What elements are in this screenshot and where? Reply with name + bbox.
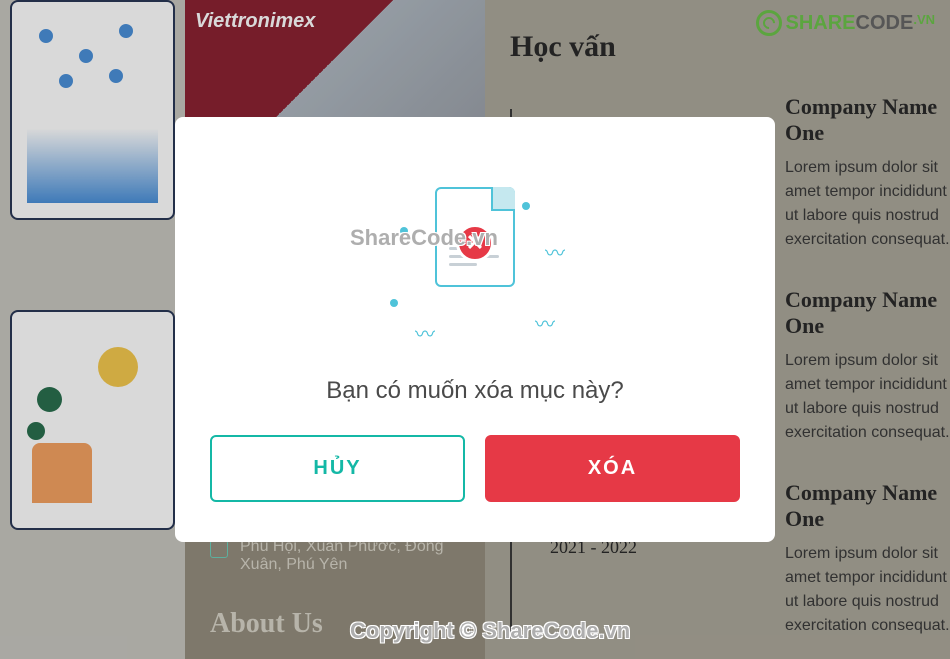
document-icon: ✕ [435,187,515,287]
cancel-button[interactable]: HỦY [210,435,465,502]
modal-question: Bạn có muốn xóa mục này? [210,377,740,405]
delete-button[interactable]: XÓA [485,435,740,502]
modal-overlay[interactable]: 〰 〰 〰 〰 ✕ Bạn có muốn xóa mục này? HỦY X… [0,0,950,659]
delete-confirm-modal: 〰 〰 〰 〰 ✕ Bạn có muốn xóa mục này? HỦY X… [175,117,775,542]
error-x-icon: ✕ [456,224,494,262]
delete-illustration: 〰 〰 〰 〰 ✕ [375,187,575,347]
modal-buttons: HỦY XÓA [210,435,740,502]
